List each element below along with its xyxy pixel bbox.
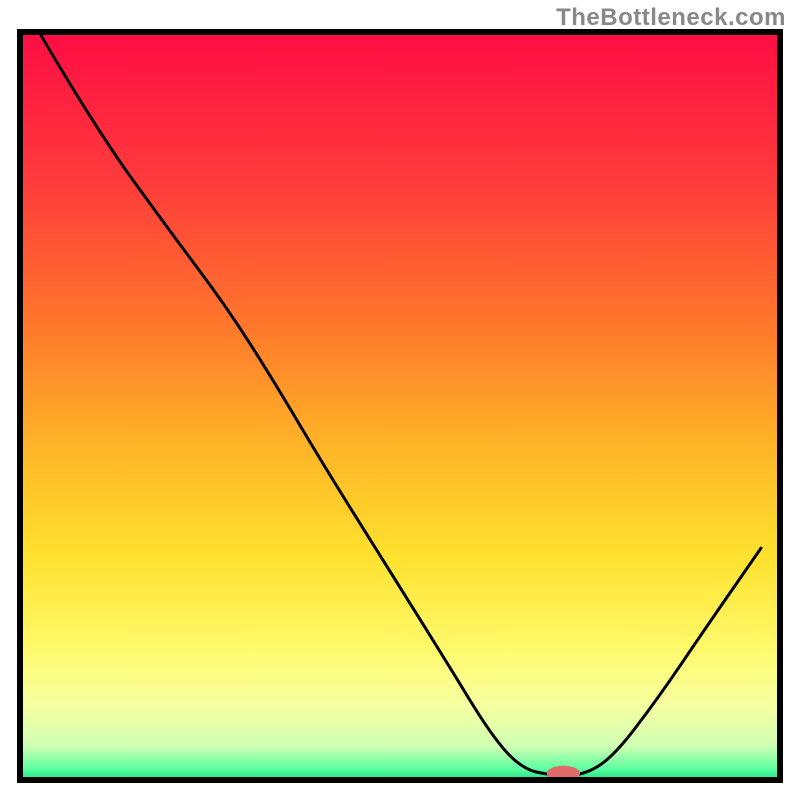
bottleneck-chart — [0, 0, 800, 800]
plot-area — [20, 32, 780, 781]
chart-container: TheBottleneck.com — [0, 0, 800, 800]
gradient-background — [20, 32, 780, 780]
watermark-text: TheBottleneck.com — [556, 4, 786, 32]
